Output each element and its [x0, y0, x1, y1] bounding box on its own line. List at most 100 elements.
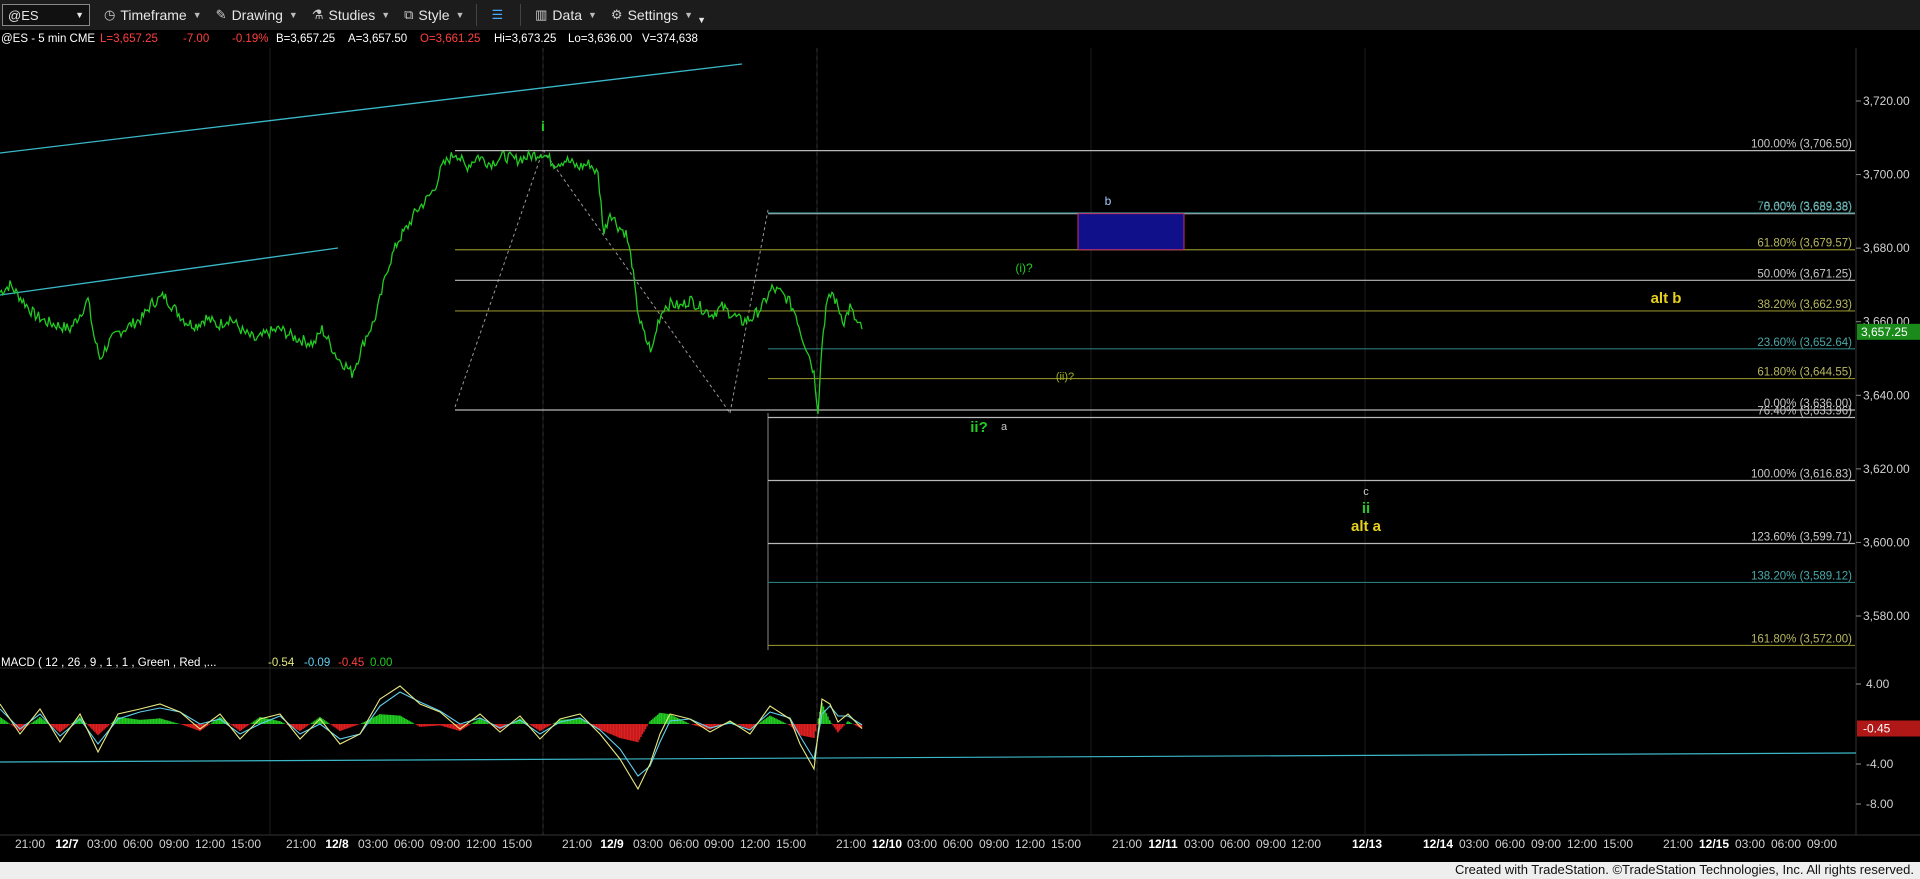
x-tick-label: 15:00 — [1603, 837, 1633, 851]
y-tick-label: 3,700.00 — [1863, 168, 1910, 182]
macd-y-tick-label: -4.00 — [1866, 757, 1894, 771]
fib-label: 100.00% (3,706.50) — [1751, 139, 1852, 151]
style-menu[interactable]: ⧉ Style ▼ — [404, 7, 464, 23]
wave-label-alt-a: alt a — [1351, 518, 1382, 535]
x-tick-label: 12:00 — [1567, 837, 1597, 851]
fib-label: 138.20% (3,589.12) — [1751, 570, 1852, 582]
symbol-value: @ES — [8, 7, 39, 23]
x-tick-label: 06:00 — [123, 837, 153, 851]
x-tick-label: 06:00 — [943, 837, 973, 851]
header-change: -7.00 — [183, 33, 209, 45]
macd-signal-value: -0.09 — [304, 657, 330, 669]
x-tick-label: 12:00 — [195, 837, 225, 851]
x-tick-label: 12/8 — [325, 837, 349, 851]
header-last: L=3,657.25 — [100, 33, 158, 45]
x-tick-label: 09:00 — [979, 837, 1009, 851]
fib-label: 61.80% (3,679.57) — [1757, 238, 1852, 250]
clock-icon: ◷ — [104, 7, 116, 22]
x-tick-label: 09:00 — [1807, 837, 1837, 851]
x-tick-label: 06:00 — [1220, 837, 1250, 851]
x-tick-label: 03:00 — [87, 837, 117, 851]
chart-background — [0, 30, 1920, 879]
settings-menu[interactable]: ⚙ Settings ▼ — [611, 7, 693, 23]
x-tick-label: 09:00 — [159, 837, 189, 851]
x-tick-label: 09:00 — [704, 837, 734, 851]
x-tick-label: 09:00 — [1256, 837, 1286, 851]
x-tick-label: 03:00 — [1459, 837, 1489, 851]
wave-label-ii: ii — [1362, 500, 1370, 517]
header-high: Hi=3,673.25 — [494, 33, 556, 45]
wave-label-c: c — [1363, 486, 1369, 498]
x-tick-label: 12/10 — [872, 837, 902, 851]
x-tick-label: 12:00 — [740, 837, 770, 851]
fib-label: 38.20% (3,662.93) — [1757, 299, 1852, 311]
chevron-down-icon: ▼ — [75, 10, 84, 20]
macd-hist-value: -0.45 — [338, 657, 364, 669]
fib-label: 78.60% (3,689.38) — [1757, 201, 1852, 213]
y-tick-label: 3,680.00 — [1863, 241, 1910, 255]
x-tick-label: 12/9 — [600, 837, 624, 851]
data-menu[interactable]: ▥ Data ▼ — [535, 7, 597, 23]
header-bid: B=3,657.25 — [276, 33, 335, 45]
x-tick-label: 12/13 — [1352, 837, 1382, 851]
x-tick-label: 21:00 — [836, 837, 866, 851]
x-tick-label: 12:00 — [1291, 837, 1321, 851]
y-tick-label: 3,600.00 — [1863, 535, 1910, 549]
fib-label: 50.00% (3,671.25) — [1757, 268, 1852, 280]
chevron-down-icon: ▼ — [288, 10, 298, 20]
macd-y-tick-label: -8.00 — [1866, 797, 1894, 811]
header-vol: V=374,638 — [642, 33, 698, 45]
x-tick-label: 12:00 — [1015, 837, 1045, 851]
chevron-down-icon: ▼ — [192, 10, 202, 20]
y-tick-label: 3,620.00 — [1863, 462, 1910, 476]
price-chart[interactable]: 100.00% (3,706.50)0.00% (3,689.38)78.60%… — [0, 30, 1920, 879]
wave-label-alt-b: alt b — [1651, 290, 1682, 307]
macd-value: -0.54 — [268, 657, 295, 669]
header-open: O=3,661.25 — [420, 33, 480, 45]
fib-label: 61.80% (3,644.55) — [1757, 367, 1852, 379]
chevron-down-icon: ▼ — [588, 10, 597, 20]
studies-label: Studies — [328, 7, 376, 23]
drawing-menu[interactable]: ✎ Drawing ▼ — [216, 7, 298, 23]
gear-icon: ⚙ — [610, 7, 623, 22]
x-tick-label: 12/11 — [1148, 837, 1178, 851]
y-tick-label: 3,580.00 — [1863, 609, 1910, 623]
x-tick-label: 12/15 — [1699, 837, 1729, 851]
settings-label: Settings — [627, 7, 679, 23]
toolbar-divider — [476, 4, 478, 26]
header-symbol: @ES - 5 min CME — [1, 33, 95, 45]
layout-button[interactable]: ☰ — [491, 7, 508, 23]
chevron-down-icon: ▼ — [684, 10, 694, 20]
x-tick-label: 15:00 — [231, 837, 261, 851]
chevron-down-icon: ▼ — [381, 10, 391, 20]
x-tick-label: 06:00 — [1771, 837, 1801, 851]
x-tick-label: 21:00 — [562, 837, 592, 851]
x-tick-label: 21:00 — [1112, 837, 1142, 851]
layout-icon: ☰ — [491, 7, 504, 22]
symbol-selector[interactable]: @ES ▼ — [2, 4, 90, 26]
wave-label-i-question: (i)? — [1015, 261, 1033, 275]
wave-label-ii-question: ii? — [970, 419, 988, 436]
style-label: Style — [418, 7, 450, 23]
wave-label-b: b — [1105, 194, 1112, 208]
fib-label: 123.60% (3,599.71) — [1751, 531, 1852, 543]
x-tick-label: 21:00 — [1663, 837, 1693, 851]
chevron-down-icon: ▼ — [455, 10, 465, 20]
x-tick-label: 03:00 — [1184, 837, 1214, 851]
x-tick-label: 21:00 — [286, 837, 316, 851]
overflow-icon[interactable]: ▼ — [697, 15, 706, 25]
fib-label: 100.00% (3,616.83) — [1751, 469, 1852, 481]
fib-label: 23.60% (3,652.64) — [1757, 337, 1852, 349]
pencil-icon: ✎ — [215, 7, 227, 22]
data-label: Data — [552, 7, 582, 23]
fib-label: 161.80% (3,572.00) — [1751, 633, 1852, 645]
wave-label-ii-question-small: (ii)? — [1056, 371, 1074, 383]
macd-y-tick-label: 4.00 — [1866, 677, 1890, 691]
x-tick-label: 21:00 — [15, 837, 45, 851]
macd-last-label: -0.45 — [1863, 722, 1891, 736]
flask-icon: ⚗ — [311, 7, 324, 22]
target-box — [1077, 213, 1185, 251]
last-price-label: 3,657.25 — [1861, 325, 1908, 339]
studies-menu[interactable]: ⚗ Studies ▼ — [312, 7, 390, 23]
timeframe-menu[interactable]: ◷ Timeframe ▼ — [104, 7, 202, 23]
